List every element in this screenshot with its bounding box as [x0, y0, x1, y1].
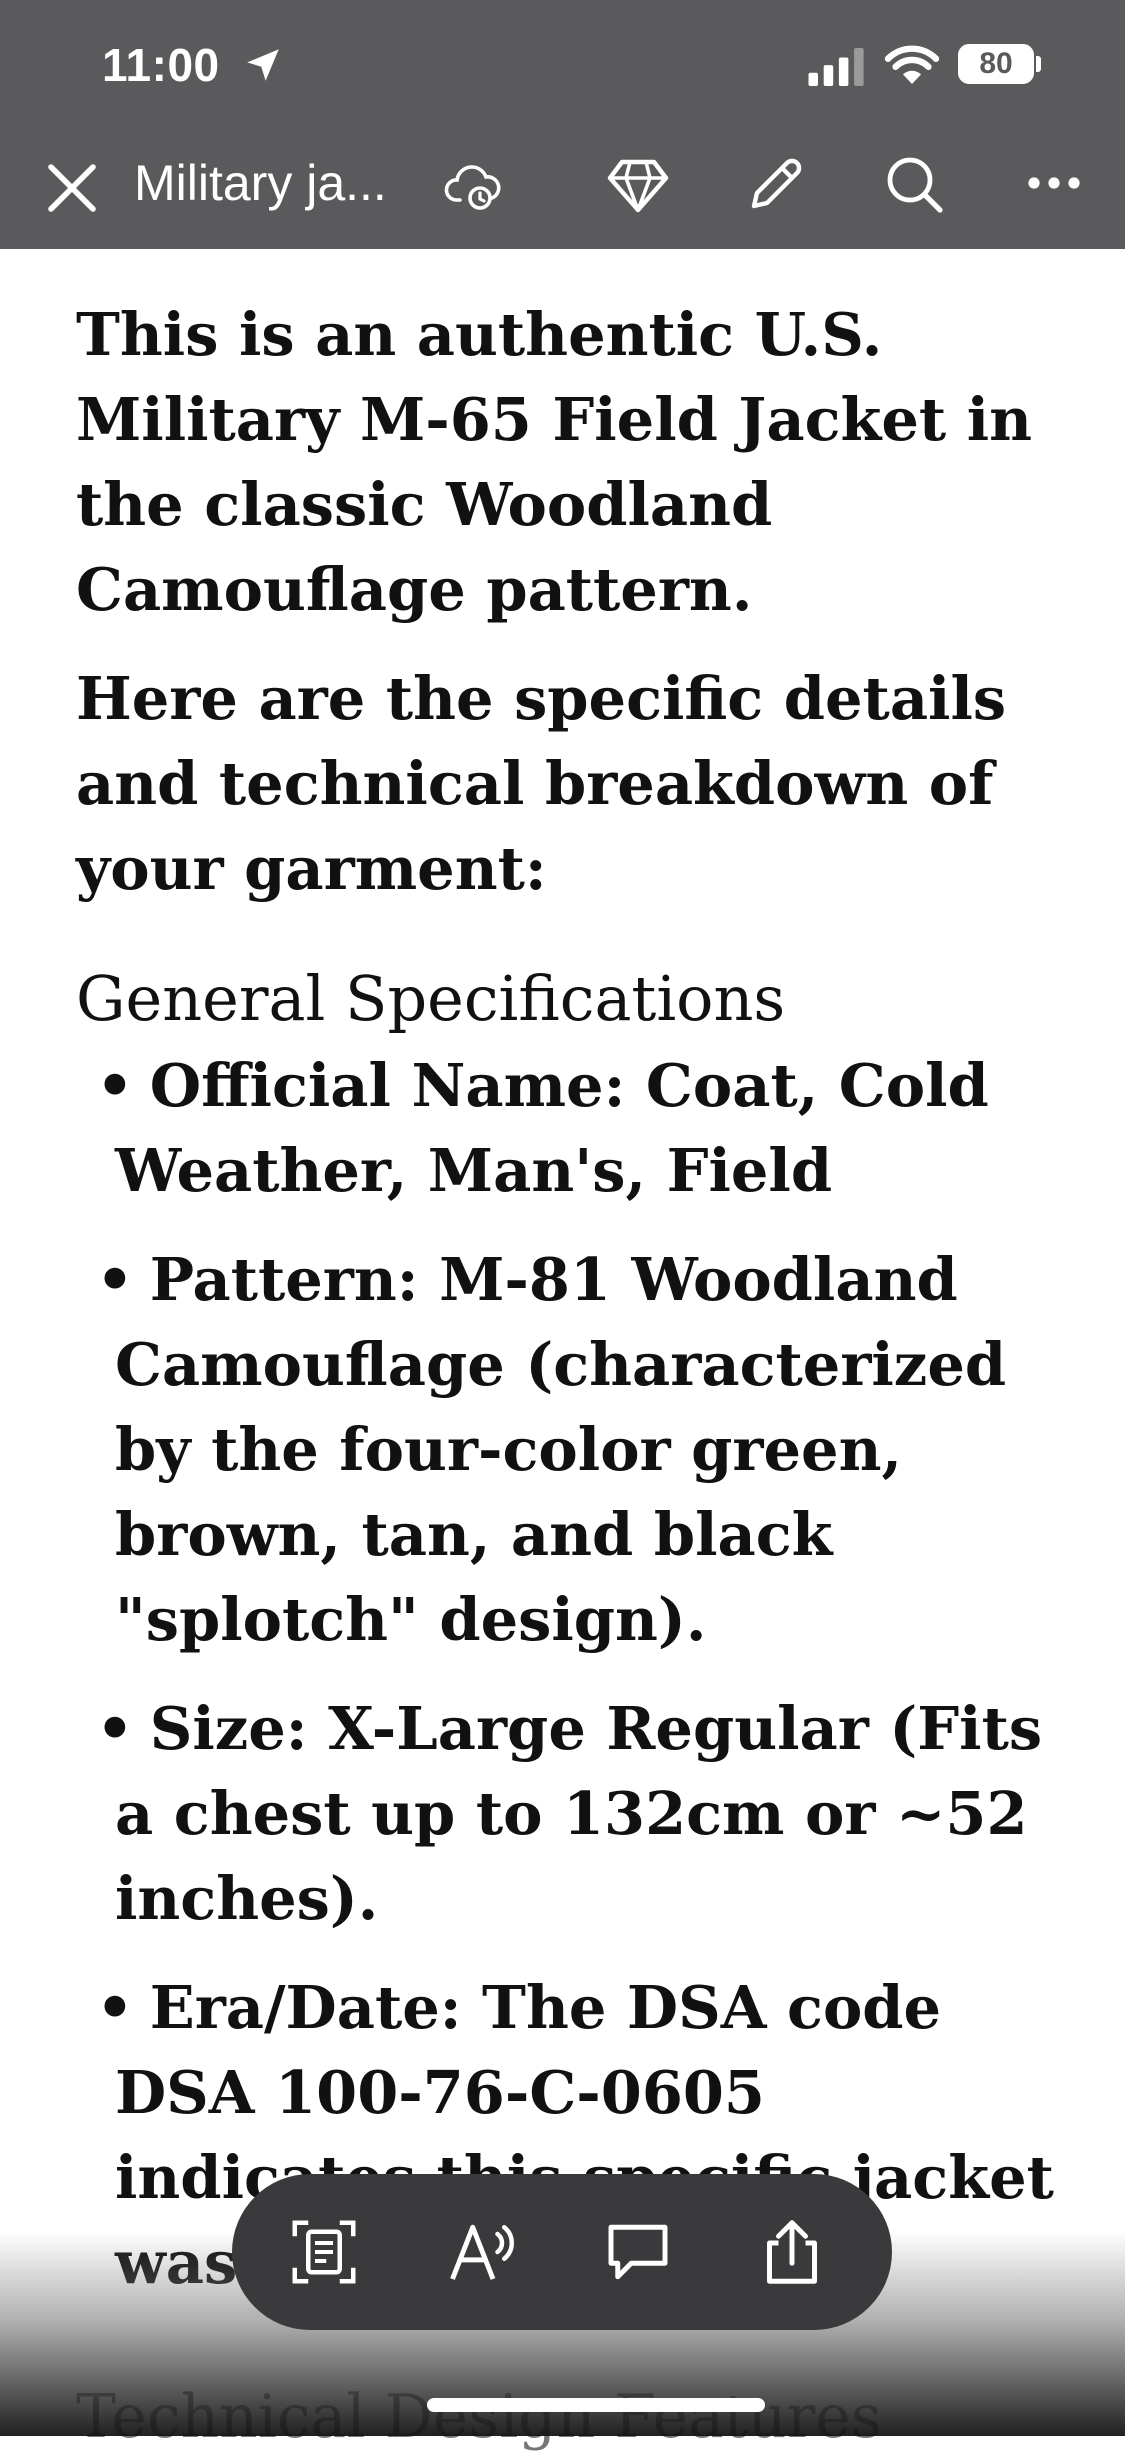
battery-indicator: 80	[958, 44, 1034, 84]
spec-list: • Official Name: Coat, Cold Weather, Man'…	[76, 1043, 1076, 2305]
cloud-sync-icon[interactable]	[444, 160, 504, 212]
list-item-text: Size: X-Large Regular (Fits a chest up t…	[115, 1694, 1043, 1933]
list-item: • Size: X-Large Regular (Fits a chest up …	[76, 1686, 1076, 1941]
document-content: This is an authentic U.S. Military M-65 …	[76, 292, 1076, 2329]
close-icon[interactable]	[44, 160, 100, 216]
status-time: 11:00	[102, 39, 220, 91]
premium-gem-icon[interactable]	[606, 156, 670, 216]
battery-cap	[1036, 56, 1041, 72]
comment-icon[interactable]	[602, 2216, 674, 2288]
text-scan-icon[interactable]	[288, 2216, 360, 2288]
intro-paragraph: This is an authentic U.S. Military M-65 …	[76, 300, 1033, 624]
top-bar: 11:00 80 Military ja...	[0, 0, 1125, 249]
share-icon[interactable]	[756, 2216, 828, 2288]
bullet-icon: •	[96, 1245, 134, 1314]
more-options-icon[interactable]	[1024, 168, 1084, 198]
list-item: • Official Name: Coat, Cold Weather, Man'…	[76, 1043, 1076, 1213]
lead-paragraph: Here are the specific details and techni…	[76, 664, 1007, 903]
list-item-text: Pattern: M-81 Woodland Camouflage (chara…	[115, 1245, 1007, 1654]
signal-icon	[808, 48, 864, 86]
section-heading: General Specifications	[76, 962, 786, 1035]
bottom-action-bar	[232, 2174, 892, 2330]
document-title[interactable]: Military ja...	[134, 154, 387, 212]
location-arrow-icon	[247, 49, 279, 81]
home-indicator[interactable]	[427, 2398, 765, 2412]
list-item-text: Official Name: Coat, Cold Weather, Man's…	[115, 1051, 989, 1205]
battery-level: 80	[979, 47, 1013, 80]
bullet-icon: •	[96, 1973, 134, 2042]
edit-pencil-icon[interactable]	[744, 152, 808, 216]
list-item: • Pattern: M-81 Woodland Camouflage (char…	[76, 1237, 1076, 1662]
search-icon[interactable]	[882, 152, 946, 216]
wifi-icon	[884, 45, 940, 84]
bullet-icon: •	[96, 1051, 134, 1120]
read-aloud-icon[interactable]	[448, 2216, 520, 2288]
bullet-icon: •	[96, 1694, 134, 1763]
